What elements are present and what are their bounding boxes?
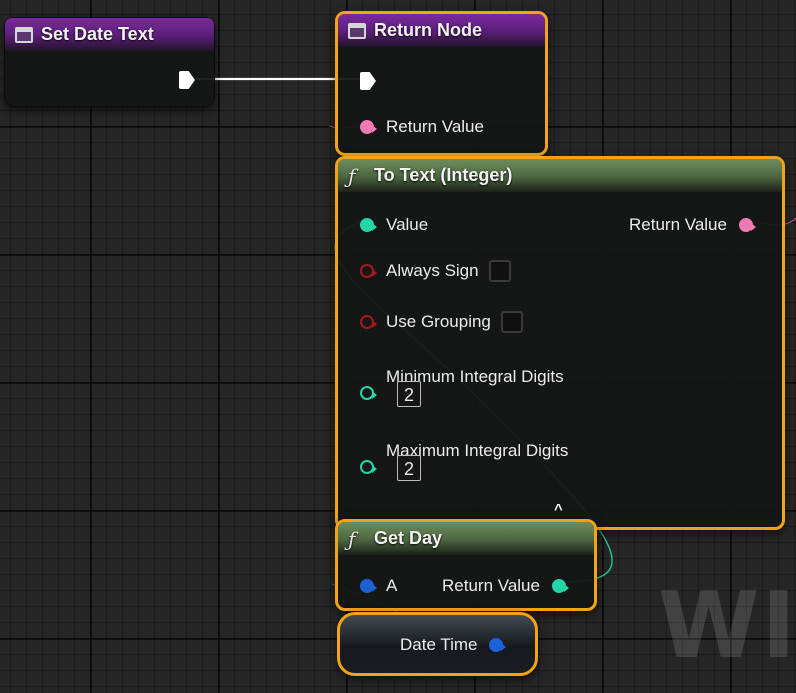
get-day-title: Get Day [374,528,443,548]
always-sign-label: Always Sign [386,261,479,280]
window-icon [15,26,33,43]
date-time-out-pin[interactable] [489,638,507,652]
get-day-node[interactable]: ƒ Get Day A Return Value [335,519,597,611]
use-grouping-pin[interactable] [360,315,377,329]
to-text-integer-node[interactable]: ƒ To Text (Integer) Value Return Value A… [335,156,785,530]
value-in-pin[interactable] [360,218,377,232]
return-value-out-pin[interactable] [738,218,756,232]
set-date-text-node[interactable]: Set Date Text [4,17,215,107]
get-day-return-pin[interactable] [551,579,569,593]
window-icon [348,22,366,39]
get-day-header[interactable]: ƒ Get Day [338,522,594,555]
min-digits-input[interactable]: 2 [397,381,421,407]
exec-in-pin[interactable] [360,72,376,90]
return-node-title: Return Node [374,20,482,40]
function-icon: ƒ [348,163,356,188]
value-label: Value [386,215,429,234]
set-date-text-header[interactable]: Set Date Text [5,18,214,51]
to-text-title: To Text (Integer) [374,165,513,185]
use-grouping-label: Use Grouping [386,312,491,331]
use-grouping-checkbox[interactable] [500,311,523,333]
max-digits-input[interactable]: 2 [397,455,421,481]
collapse-arrow-icon[interactable]: ^ [554,501,563,518]
min-digits-pin[interactable] [360,386,377,400]
get-day-return-label: Return Value [442,576,540,595]
return-node-header[interactable]: Return Node [338,14,545,47]
to-text-header[interactable]: ƒ To Text (Integer) [338,159,782,192]
date-time-variable-node[interactable]: Date Time [337,612,538,676]
return-node[interactable]: Return Node Return Value [335,11,548,156]
exec-out-pin[interactable] [179,71,195,89]
to-text-return-label: Return Value [629,215,727,234]
date-time-label: Date Time [400,635,478,654]
function-icon: ƒ [348,526,356,551]
watermark-text: WID [658,572,796,679]
return-value-in-pin[interactable] [360,120,377,134]
always-sign-checkbox[interactable] [488,260,511,282]
set-date-text-title: Set Date Text [41,24,154,44]
max-digits-pin[interactable] [360,460,377,474]
return-value-label: Return Value [386,117,484,136]
always-sign-pin[interactable] [360,264,377,278]
a-label: A [386,576,398,595]
a-in-pin[interactable] [360,579,377,593]
